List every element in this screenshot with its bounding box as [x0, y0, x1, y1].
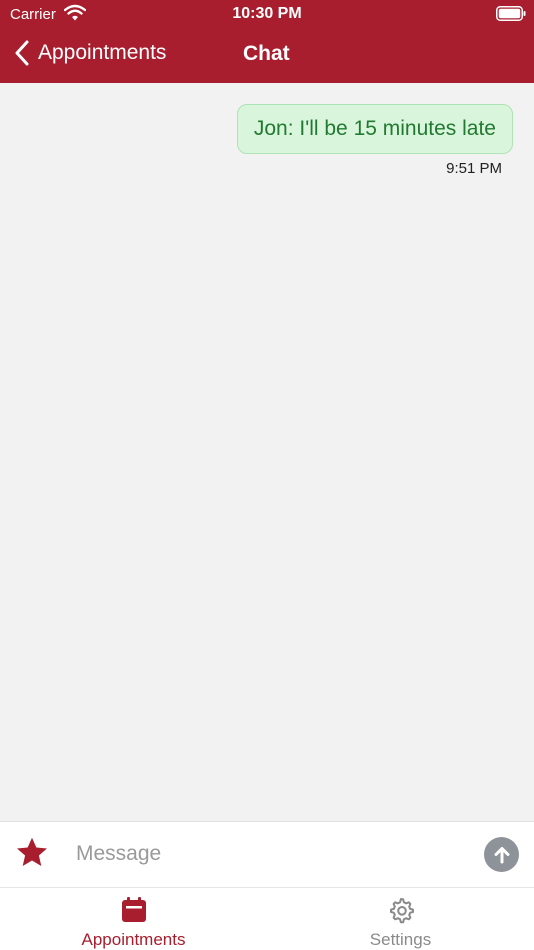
- navigation-bar: Appointments Chat: [0, 28, 534, 83]
- send-button[interactable]: [484, 837, 519, 872]
- chat-screen: Carrier 10:30 PM Appointments Chat Jon: …: [0, 0, 534, 950]
- top-bar: Carrier 10:30 PM Appointments Chat: [0, 0, 534, 83]
- tab-settings[interactable]: Settings: [267, 896, 534, 950]
- arrow-up-icon: [494, 846, 509, 863]
- gear-icon: [389, 898, 414, 924]
- back-button-label: Appointments: [38, 41, 167, 64]
- tab-appointments[interactable]: Appointments: [0, 896, 267, 950]
- message-list[interactable]: Jon: I'll be 15 minutes late 9:51 PM: [0, 83, 534, 821]
- page-title: Chat: [243, 42, 290, 65]
- message-timestamp: 9:51 PM: [446, 160, 502, 177]
- status-bar: Carrier 10:30 PM: [0, 0, 534, 28]
- back-button[interactable]: Appointments: [14, 40, 166, 66]
- tab-appointments-label: Appointments: [81, 930, 186, 949]
- star-icon[interactable]: [14, 835, 50, 871]
- tab-settings-label: Settings: [369, 930, 432, 949]
- message-input[interactable]: [66, 832, 466, 876]
- message-composer: [0, 821, 534, 887]
- chevron-left-icon: [15, 40, 29, 66]
- battery-icon: [496, 6, 526, 21]
- message-bubble: Jon: I'll be 15 minutes late: [236, 104, 513, 154]
- calendar-icon: [121, 897, 146, 922]
- tab-bar: Appointments Settings: [0, 887, 534, 950]
- status-time: 10:30 PM: [232, 5, 302, 22]
